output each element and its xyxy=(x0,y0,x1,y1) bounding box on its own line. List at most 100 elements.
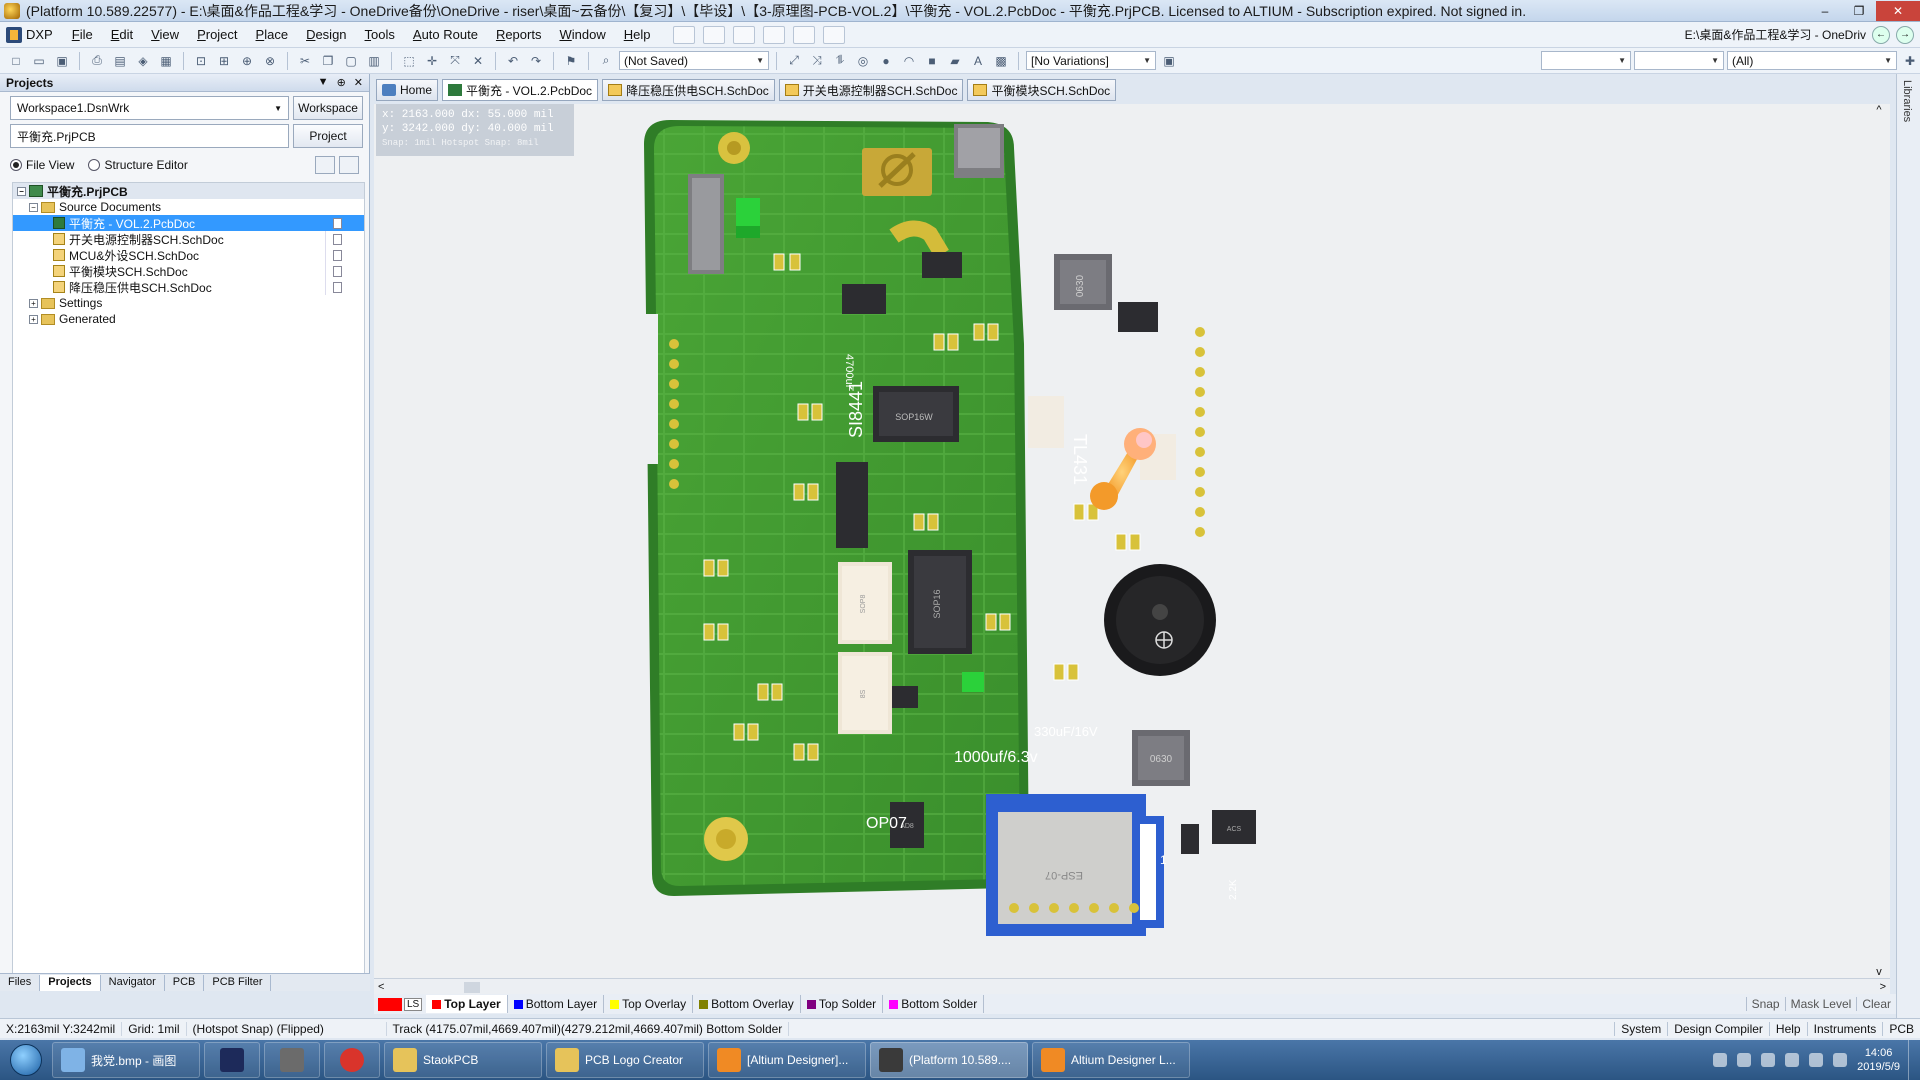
path-combo[interactable]: E:\桌面&作品工程&学习 - OneDriv xyxy=(1685,26,1866,43)
menu-reports[interactable]: Reports xyxy=(487,27,551,42)
deselect-icon[interactable]: ⤧ xyxy=(445,51,465,71)
libraries-tab[interactable]: Libraries xyxy=(1901,80,1913,122)
status-instruments[interactable]: Instruments xyxy=(1806,1021,1883,1036)
room-dropdown[interactable] xyxy=(793,25,816,44)
horizontal-scrollbar[interactable]: < > xyxy=(374,978,1890,994)
tree-document-sch[interactable]: 平衡模块SCH.SchDoc xyxy=(13,263,364,279)
volume-icon[interactable] xyxy=(1809,1053,1824,1067)
zoom-filter-icon[interactable]: ⊗ xyxy=(260,51,280,71)
project-button[interactable]: Project xyxy=(293,124,363,148)
polygon-icon[interactable]: ▰ xyxy=(945,51,965,71)
filter-apply-icon[interactable]: ✚ xyxy=(1900,51,1920,71)
menu-place[interactable]: Place xyxy=(247,27,298,42)
project-field[interactable]: 平衡充.PrjPCB xyxy=(10,124,289,148)
select-area-icon[interactable]: ⬚ xyxy=(399,51,419,71)
tab-projects[interactable]: Projects xyxy=(40,975,101,991)
vertical-scrollbar[interactable]: ^ v xyxy=(1868,104,1890,978)
device-view-icon[interactable]: ▦ xyxy=(156,51,176,71)
menu-file[interactable]: File xyxy=(63,27,102,42)
tree-settings[interactable]: + Settings xyxy=(13,295,364,311)
taskbar-app-paint[interactable]: 我党.bmp - 画图 xyxy=(52,1042,200,1078)
minimize-button[interactable]: – xyxy=(1808,1,1842,21)
variations-combo[interactable]: [No Variations] ▼ xyxy=(1026,51,1156,70)
tab-navigator[interactable]: Navigator xyxy=(101,975,165,991)
zoom-area-icon[interactable]: ⊞ xyxy=(214,51,234,71)
project-options-icon[interactable] xyxy=(315,156,335,174)
move-icon[interactable]: ✛ xyxy=(422,51,442,71)
tree-document-pcb[interactable]: 平衡充 - VOL.2.PcbDoc xyxy=(13,215,364,231)
tree-document-sch[interactable]: 开关电源控制器SCH.SchDoc xyxy=(13,231,364,247)
via-icon[interactable]: ◎ xyxy=(853,51,873,71)
string-icon[interactable]: A xyxy=(968,51,988,71)
tree-project-row[interactable]: − 平衡充.PrjPCB xyxy=(13,183,364,199)
layer-tab-bottom-layer[interactable]: Bottom Layer xyxy=(508,995,605,1013)
tab-pcb-doc[interactable]: 平衡充 - VOL.2.PcbDoc xyxy=(442,79,599,101)
taskbar-app-altium-1[interactable]: [Altium Designer]... xyxy=(708,1042,866,1078)
interactive-route-dropdown[interactable] xyxy=(673,25,696,44)
menu-project[interactable]: Project xyxy=(188,27,246,42)
mask-level-button[interactable]: Mask Level xyxy=(1784,997,1857,1011)
place-dropdown[interactable] xyxy=(763,25,786,44)
scroll-down-icon[interactable]: v xyxy=(1876,966,1882,978)
tab-files[interactable]: Files xyxy=(0,975,41,991)
clear-filter-icon[interactable]: ✕ xyxy=(468,51,488,71)
project-menu-icon[interactable] xyxy=(339,156,359,174)
show-desktop-button[interactable] xyxy=(1908,1040,1920,1080)
pcb-canvas[interactable]: x: 2163.000 dx: 55.000 mil y: 3242.000 d… xyxy=(374,104,1890,978)
shield-icon[interactable] xyxy=(1737,1053,1752,1067)
save-icon[interactable]: ▣ xyxy=(52,51,72,71)
variant-icon[interactable]: ▣ xyxy=(1159,51,1179,71)
menu-design[interactable]: Design xyxy=(297,27,355,42)
layer-tab-top-layer[interactable]: Top Layer xyxy=(426,995,508,1013)
tree-generated[interactable]: + Generated xyxy=(13,311,364,327)
new-icon[interactable]: □ xyxy=(6,51,26,71)
tab-home[interactable]: Home xyxy=(376,79,439,101)
panel-menu-icon[interactable]: ▼ xyxy=(318,76,329,89)
menu-window[interactable]: Window xyxy=(550,27,614,42)
string-dropdown[interactable] xyxy=(733,25,756,44)
pad-icon[interactable]: ● xyxy=(876,51,896,71)
scroll-left-icon[interactable]: < xyxy=(378,981,384,993)
component-icon[interactable]: ▩ xyxy=(991,51,1011,71)
route-icon[interactable]: ⤢ xyxy=(784,51,804,71)
layer-tab-bottom-solder[interactable]: Bottom Solder xyxy=(883,995,985,1013)
grid-dropdown[interactable] xyxy=(823,25,846,44)
forward-icon[interactable]: → xyxy=(1896,25,1914,44)
multi-route-icon[interactable]: ⥮ xyxy=(830,51,850,71)
battery-icon[interactable] xyxy=(1833,1053,1848,1067)
pcb-3d-view[interactable]: SOP16W SI8441 SOP16 AD8 ACS SOP8 8S TL43… xyxy=(374,104,1890,978)
zoom-selected-icon[interactable]: ⊕ xyxy=(237,51,257,71)
undo-icon[interactable]: ↶ xyxy=(503,51,523,71)
taskbar-app-staokpcb[interactable]: StaokPCB xyxy=(384,1042,542,1078)
taskbar-app-altium-2[interactable]: Altium Designer L... xyxy=(1032,1042,1190,1078)
status-help[interactable]: Help xyxy=(1768,1021,1807,1036)
status-pcb[interactable]: PCB xyxy=(1882,1021,1920,1036)
open-project-icon[interactable]: ◈ xyxy=(133,51,153,71)
scroll-right-icon[interactable]: > xyxy=(1880,981,1886,993)
zoom-fit-icon[interactable]: ⊡ xyxy=(191,51,211,71)
snap-button[interactable]: Snap xyxy=(1745,997,1785,1011)
tree-document-sch[interactable]: 降压稳压供电SCH.SchDoc xyxy=(13,279,364,295)
menu-view[interactable]: View xyxy=(142,27,188,42)
paste-icon[interactable]: ▢ xyxy=(341,51,361,71)
restore-button[interactable]: ❐ xyxy=(1842,1,1876,21)
cut-icon[interactable]: ✂ xyxy=(295,51,315,71)
clock[interactable]: 14:06 2019/5/9 xyxy=(1857,1046,1900,1074)
pin-icon[interactable]: ⊕ xyxy=(337,76,346,89)
filter-combo-1[interactable]: ▼ xyxy=(1541,51,1631,70)
menu-tools[interactable]: Tools xyxy=(356,27,404,42)
back-icon[interactable]: ← xyxy=(1872,25,1890,44)
layer-tab-top-overlay[interactable]: Top Overlay xyxy=(604,995,694,1013)
layer-tab-bottom-overlay[interactable]: Bottom Overlay xyxy=(693,995,801,1013)
tab-pcb[interactable]: PCB xyxy=(165,975,205,991)
rubber-stamp-icon[interactable]: ▥ xyxy=(364,51,384,71)
tab-schdoc-balance[interactable]: 平衡模块SCH.SchDoc xyxy=(967,79,1117,101)
start-button[interactable] xyxy=(0,1040,52,1080)
workspace-select[interactable]: Workspace1.DsnWrk ▼ xyxy=(10,96,289,120)
close-button[interactable]: ✕ xyxy=(1876,0,1920,21)
workspace-button[interactable]: Workspace xyxy=(293,96,363,120)
menu-edit[interactable]: Edit xyxy=(102,27,142,42)
print-icon[interactable]: ⎙ xyxy=(87,51,107,71)
collapse-icon[interactable]: − xyxy=(29,202,38,212)
clear-button[interactable]: Clear xyxy=(1856,997,1896,1011)
